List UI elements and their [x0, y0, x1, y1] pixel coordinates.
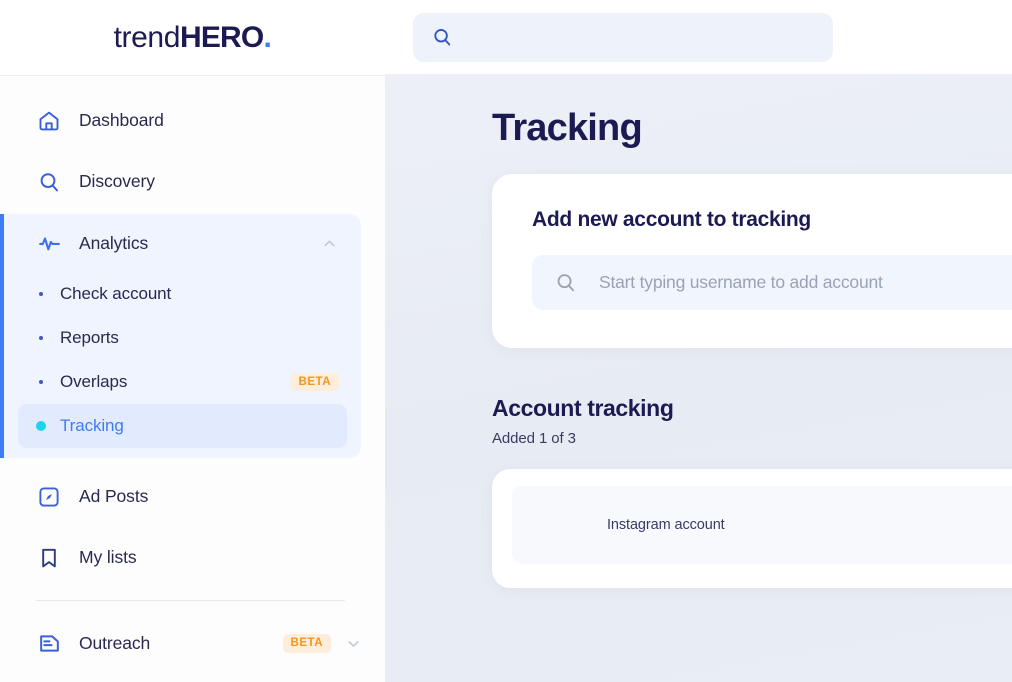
logo-text-bold: HERO: [179, 20, 264, 54]
sidebar-subitem-label: Reports: [60, 328, 119, 347]
sidebar-subitem-label: Tracking: [60, 416, 124, 435]
search-icon: [36, 169, 62, 195]
sidebar-item-my-lists[interactable]: My lists: [0, 527, 385, 588]
sidebar-subitem-label: Overlaps: [60, 372, 128, 391]
status-badge-beta: BETA: [290, 372, 339, 392]
status-badge-beta: BETA: [282, 634, 331, 653]
page-title: Tracking: [492, 107, 643, 149]
sidebar-item-label: Ad Posts: [79, 486, 149, 506]
bookmark-icon: [36, 545, 62, 571]
sidebar-item-label: Dashboard: [79, 110, 164, 130]
sidebar: trendHERO. Dashboard Discovery Analytics…: [0, 0, 385, 682]
main-area: Tracking Add new account to tracking Sta…: [385, 0, 1012, 682]
sidebar-item-check-account[interactable]: Check account: [18, 272, 347, 316]
sidebar-item-label: Outreach: [79, 633, 151, 653]
logo-dot: .: [263, 20, 272, 54]
compass-square-icon: [36, 484, 62, 510]
chevron-up-icon[interactable]: [321, 235, 337, 251]
sidebar-item-analytics[interactable]: Analytics: [4, 214, 361, 272]
top-bar: [385, 0, 1012, 75]
table-column-header: Instagram account: [607, 517, 725, 533]
account-tracking-section-header: Account tracking Added 1 of 3: [492, 395, 1012, 447]
chevron-down-icon[interactable]: [345, 636, 361, 652]
section-subtitle: Added 1 of 3: [492, 430, 576, 447]
sidebar-subitem-label: Check account: [60, 284, 172, 303]
add-account-card-title: Add new account to tracking: [532, 208, 811, 231]
activity-pulse-icon: [36, 230, 62, 256]
sidebar-item-ad-posts[interactable]: Ad Posts: [0, 466, 385, 527]
app-root: trendHERO. Dashboard Discovery Analytics…: [0, 0, 1012, 682]
brand-logo[interactable]: trendHERO.: [114, 21, 272, 55]
logo-text-regular: trend: [113, 20, 181, 54]
sidebar-divider: [36, 600, 345, 601]
page-content: Tracking Add new account to tracking Sta…: [385, 75, 1012, 682]
bullet-dot-icon: [36, 289, 46, 299]
sidebar-item-overlaps[interactable]: Overlaps BETA: [18, 360, 347, 404]
add-account-card: Add new account to tracking Start typing…: [492, 174, 1012, 348]
sidebar-nav: Dashboard Discovery Analytics Check acco…: [0, 76, 385, 682]
bullet-dot-icon: [36, 333, 46, 343]
search-icon: [554, 271, 577, 294]
logo-area: trendHERO.: [0, 0, 385, 76]
tracking-table-card: Instagram account: [492, 469, 1012, 588]
sidebar-item-discovery[interactable]: Discovery: [0, 151, 385, 212]
section-title: Account tracking: [492, 395, 674, 421]
document-lines-icon: [36, 631, 62, 657]
add-account-search-placeholder: Start typing username to add account: [599, 272, 883, 292]
sidebar-item-label: Analytics: [79, 232, 149, 253]
add-account-search-input[interactable]: Start typing username to add account: [532, 255, 1012, 310]
bullet-dot-icon: [36, 421, 46, 431]
home-icon: [36, 108, 62, 134]
global-search-input[interactable]: [413, 12, 833, 62]
sidebar-item-label: Discovery: [79, 171, 155, 191]
sidebar-item-dashboard[interactable]: Dashboard: [0, 90, 385, 151]
sidebar-item-outreach[interactable]: Outreach BETA: [0, 613, 385, 674]
sidebar-group-analytics: Analytics Check account Reports Overlaps…: [0, 214, 361, 458]
search-icon: [431, 26, 453, 48]
table-header-row: Instagram account: [512, 486, 1012, 564]
sidebar-item-tracking[interactable]: Tracking: [18, 404, 347, 448]
bullet-dot-icon: [36, 377, 46, 387]
sidebar-item-label: My lists: [79, 547, 137, 567]
sidebar-item-reports[interactable]: Reports: [18, 316, 347, 360]
